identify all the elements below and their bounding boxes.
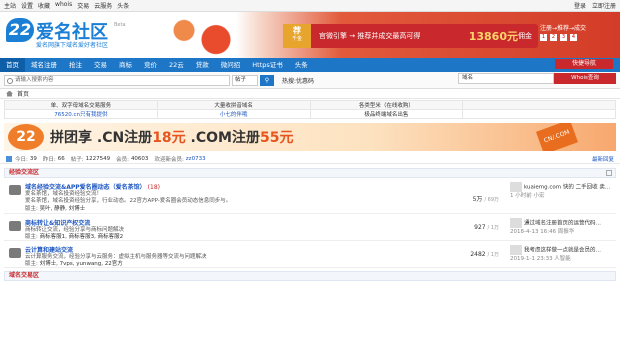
forum-stat: 2482 / 1万 [470,251,499,258]
nav-https[interactable]: Https证书 [246,58,289,72]
service-header: 大量收拼音域名 [156,100,311,110]
register-link[interactable]: 立即注册 [592,1,616,10]
stat-yesterday: 66 [57,155,65,162]
promo-amount: 13860元 [468,30,518,43]
search-type-select[interactable]: 帖子 [232,74,258,86]
logo-beta: Beta [114,22,126,28]
last-post-thumb [510,245,522,255]
forum-mods: 版主: 商标客服1, 商标客服3, 商标客服2 [25,234,124,240]
top-link-trade[interactable]: 交易 [77,1,89,10]
service-link[interactable]: 小七的伴哦 [220,112,248,118]
top-link-home[interactable]: 主站 [4,1,16,10]
promo-badge: 荐千金 [283,24,311,48]
forum-stat: 927 / 1万 [474,224,499,231]
search-button[interactable]: ⚲ [260,74,274,86]
section-title[interactable]: 经验交流区 [9,169,39,176]
hot-search-link[interactable]: 优惠码 [296,78,314,85]
section-header: 域名交易区 [4,271,616,281]
forum-row: 云计算和建站交流 云计算服务交流，经验分享与云服务：虚拟主机与服务器等交流与问题… [4,241,616,268]
nav-trademark[interactable]: 商标 [113,58,138,72]
forum-stat: 5万 / 69万 [472,196,499,203]
top-link-whois[interactable]: whois [55,1,72,10]
stat-newest-member[interactable]: zz0733 [186,156,206,162]
step-1: 1 [540,34,547,41]
promo-tail: 佣金 [518,32,532,40]
ad-badge: CN/.COM [535,123,579,151]
services-table: 单、双字母域名交易服务 大量收拼音域名 各类型米（在线收购） 76520.cn只… [4,100,616,119]
decorative-leaves [160,12,240,58]
nav-auction[interactable]: 竞价 [138,58,163,72]
forum-row: 域名经验交流&APP爱名圈动态（爱名茶馆） (18) 爱名茶馆，域名投资经验交流！… [4,178,616,214]
login-link[interactable]: 登录 [574,1,586,10]
forum-last-post[interactable]: kuaiemg.com 快的 二手回收 卖… 1 小时前 小宏 [510,182,620,200]
stats-icon [6,155,12,162]
top-link-cloud[interactable]: 云服务 [94,1,112,10]
service-header: 各类型米（在线收购） [309,100,464,110]
stat-today: 39 [29,155,37,162]
forum-mods: 版主: 吴叶, 静静, 刘博士 [25,206,86,212]
section-title[interactable]: 域名交易区 [9,272,39,279]
service-text[interactable]: 极品终端域名出售 [309,109,464,119]
side-ad-row1: 注册→推荐→成交 [540,25,587,32]
breadcrumb: 首页 [0,89,620,99]
nav-loan[interactable]: 贷款 [190,58,215,72]
nav-news[interactable]: 头条 [289,58,314,72]
collapse-icon[interactable] [606,170,612,176]
step-2: 2 [550,34,557,41]
forum-mods: 版主: 刘博士, 7vps, yunwang, 22官方 [25,261,123,267]
service-header: 单、双字母域名交易服务 [4,100,158,110]
site-logo[interactable]: 22 爱名社区 Beta 爱名网旗下域名爱好者社区 [6,18,151,54]
whois-button[interactable]: Whois查询 [554,73,616,84]
service-link[interactable]: 76520.cn只有我提供 [54,112,107,118]
promo-text: 官微引擎 → 推荐并成交最高可得 [319,32,421,40]
nav-home[interactable]: 首页 [0,58,25,72]
home-icon[interactable] [6,90,13,97]
top-links: 主站 设置 收藏 whois 交易 云服务 头条 [4,1,574,10]
step-3: 3 [560,34,567,41]
latest-replies-link[interactable]: 最新回复 [592,155,614,163]
stat-posts: 1227549 [85,155,111,162]
logo-slogan: 爱名网旗下域名爱好者社区 [36,42,109,49]
forum-stats: 今日: 39 昨日: 66 帖子: 1227549 会员: 40603 欢迎新会员: zz… [0,154,620,164]
top-link-settings[interactable]: 设置 [21,1,33,10]
forum-last-post[interactable]: 通过域名注册首页的运营代码… 2018-4-13 16:46 周振华 [510,218,620,236]
site-header: 22 爱名社区 Beta 爱名网旗下域名爱好者社区 荐千金 官微引擎 → 推荐并… [0,12,620,58]
last-post-thumb [510,182,522,192]
service-header [462,100,616,110]
side-ad[interactable]: 注册→推荐→成交 1 2 3 4 [540,24,616,58]
ad-logo: 22 [8,124,44,150]
forum-icon [9,248,21,258]
ad-text: 拼团享 .CN注册18元 .COM注册55元 [50,130,294,146]
logo-number: 22 [6,18,34,42]
top-bar: 主站 设置 收藏 whois 交易 云服务 头条 登录 立即注册 [0,0,620,12]
hot-search: 热搜:优惠码 [282,77,315,85]
last-post-thumb [510,218,522,228]
forum-desc-2: 爱名茶馆，域名投资经验分享，行业动态。22官方APP-爱名圈会员动态信息同步与。 [25,198,232,204]
main-nav: 首页 域名注册 抢注 交易 商标 竞价 22云 贷款 微问招 Https证书 头… [0,58,620,72]
forum-row: 商标转让&知识产权交流 商标转让交流，经验分享与商标问题解决 版主: 商标客服1… [4,214,616,241]
promo-banner[interactable]: 荐千金 官微引擎 → 推荐并成交最高可得 13860元 佣金 [283,24,538,48]
nav-weiwen[interactable]: 微问招 [215,58,247,72]
top-link-news[interactable]: 头条 [117,1,129,10]
group-buy-ad[interactable]: 22 拼团享 .CN注册18元 .COM注册55元 CN/.COM [4,123,616,151]
whois-input[interactable]: 域名 [458,73,554,84]
quick-nav-button[interactable]: 快捷导航 [555,59,613,69]
nav-cloud[interactable]: 22云 [163,58,190,72]
stat-members: 40603 [130,155,149,162]
forum-icon [9,221,21,231]
section-header: 经验交流区 [4,168,616,178]
forum-last-post[interactable]: 我考虑这样做一点就是会员的… 2019-1-1 23:33 人智能 [510,245,620,263]
nav-domain-register[interactable]: 域名注册 [25,58,63,72]
top-link-favorite[interactable]: 收藏 [38,1,50,10]
breadcrumb-home[interactable]: 首页 [17,89,29,98]
search-input[interactable]: 请输入搜索内容 [4,74,230,86]
service-text [462,109,616,119]
nav-trade[interactable]: 交易 [88,58,113,72]
nav-backorder[interactable]: 抢注 [63,58,88,72]
step-4: 4 [570,34,577,41]
forum-icon [9,185,21,195]
